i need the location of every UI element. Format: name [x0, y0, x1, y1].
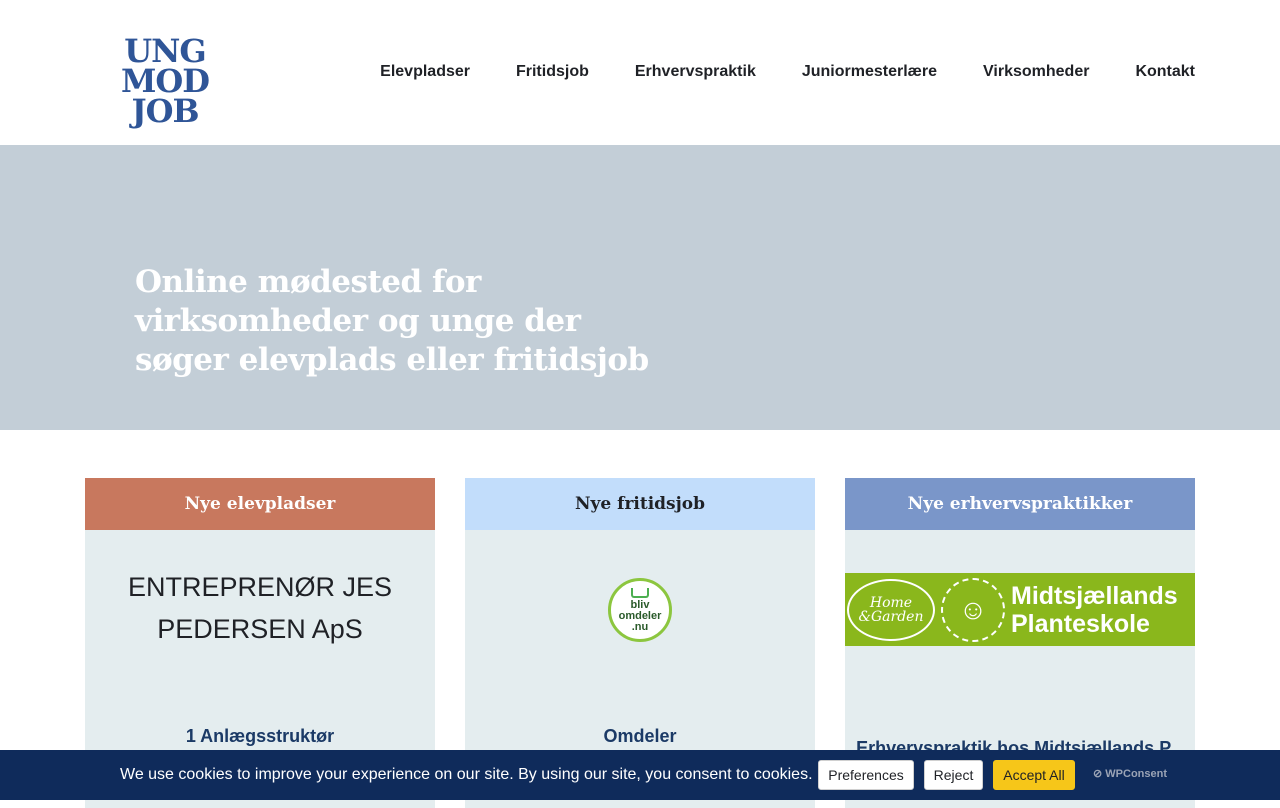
reject-button[interactable]: Reject: [924, 760, 983, 790]
wpconsent-text: WPConsent: [1105, 768, 1168, 780]
logo-line-3: JOB: [131, 92, 199, 130]
main-nav: Elevpladser Fritidsjob Erhvervspraktik J…: [380, 62, 1195, 82]
site-header: UNG MOD JOB Elevpladser Fritidsjob Erhve…: [0, 0, 1280, 145]
planteskole-line: Midtsjællands: [1011, 581, 1178, 610]
bliv-omdeler-logo[interactable]: bliv omdeler .nu: [608, 578, 672, 642]
job-title[interactable]: 1 Anlægsstruktør: [85, 726, 435, 747]
cart-icon: [631, 587, 649, 598]
hero-title: Online mødested for virksomheder og unge…: [135, 264, 649, 378]
nav-juniormesterlaere[interactable]: Juniormesterlære: [802, 62, 937, 82]
job-title[interactable]: Omdeler: [465, 726, 815, 747]
home-garden-badge: Home &Garden: [847, 578, 935, 641]
preferences-button[interactable]: Preferences: [818, 760, 914, 790]
midtsjaellands-planteskole-logo[interactable]: Home &Garden ☺ Midtsjællands Planteskole: [845, 573, 1195, 646]
company-name[interactable]: ENTREPRENØR JES PEDERSEN ApS: [85, 566, 435, 650]
hero-banner: Online mødested for virksomheder og unge…: [0, 145, 1280, 430]
leaf-icon: ☺: [941, 577, 1005, 642]
ung-mod-job-logo[interactable]: UNG MOD JOB: [118, 35, 214, 130]
card-heading: Nye elevpladser: [85, 478, 435, 530]
nav-erhvervspraktik[interactable]: Erhvervspraktik: [635, 62, 756, 82]
logo-text: bliv: [630, 598, 650, 611]
nav-virksomheder[interactable]: Virksomheder: [983, 62, 1089, 82]
planteskole-line: Planteskole: [1011, 609, 1150, 638]
cookie-banner: We use cookies to improve your experienc…: [0, 750, 1280, 800]
nav-kontakt[interactable]: Kontakt: [1135, 62, 1195, 82]
nav-fritidsjob[interactable]: Fritidsjob: [516, 62, 589, 82]
card-heading: Nye erhvervspraktikker: [845, 478, 1195, 530]
wpconsent-logo[interactable]: ⊘ WPConsent: [1093, 767, 1167, 780]
cookie-text: We use cookies to improve your experienc…: [120, 766, 813, 783]
logo-text: omdeler: [618, 609, 662, 622]
accept-all-button[interactable]: Accept All: [993, 760, 1075, 790]
card-heading: Nye fritidsjob: [465, 478, 815, 530]
badge-text: &Garden: [858, 608, 924, 625]
nav-elevpladser[interactable]: Elevpladser: [380, 62, 470, 82]
planteskole-name: Midtsjællands Planteskole: [1011, 582, 1178, 638]
logo-text: .nu: [631, 620, 649, 633]
wpconsent-icon: ⊘: [1093, 768, 1103, 780]
